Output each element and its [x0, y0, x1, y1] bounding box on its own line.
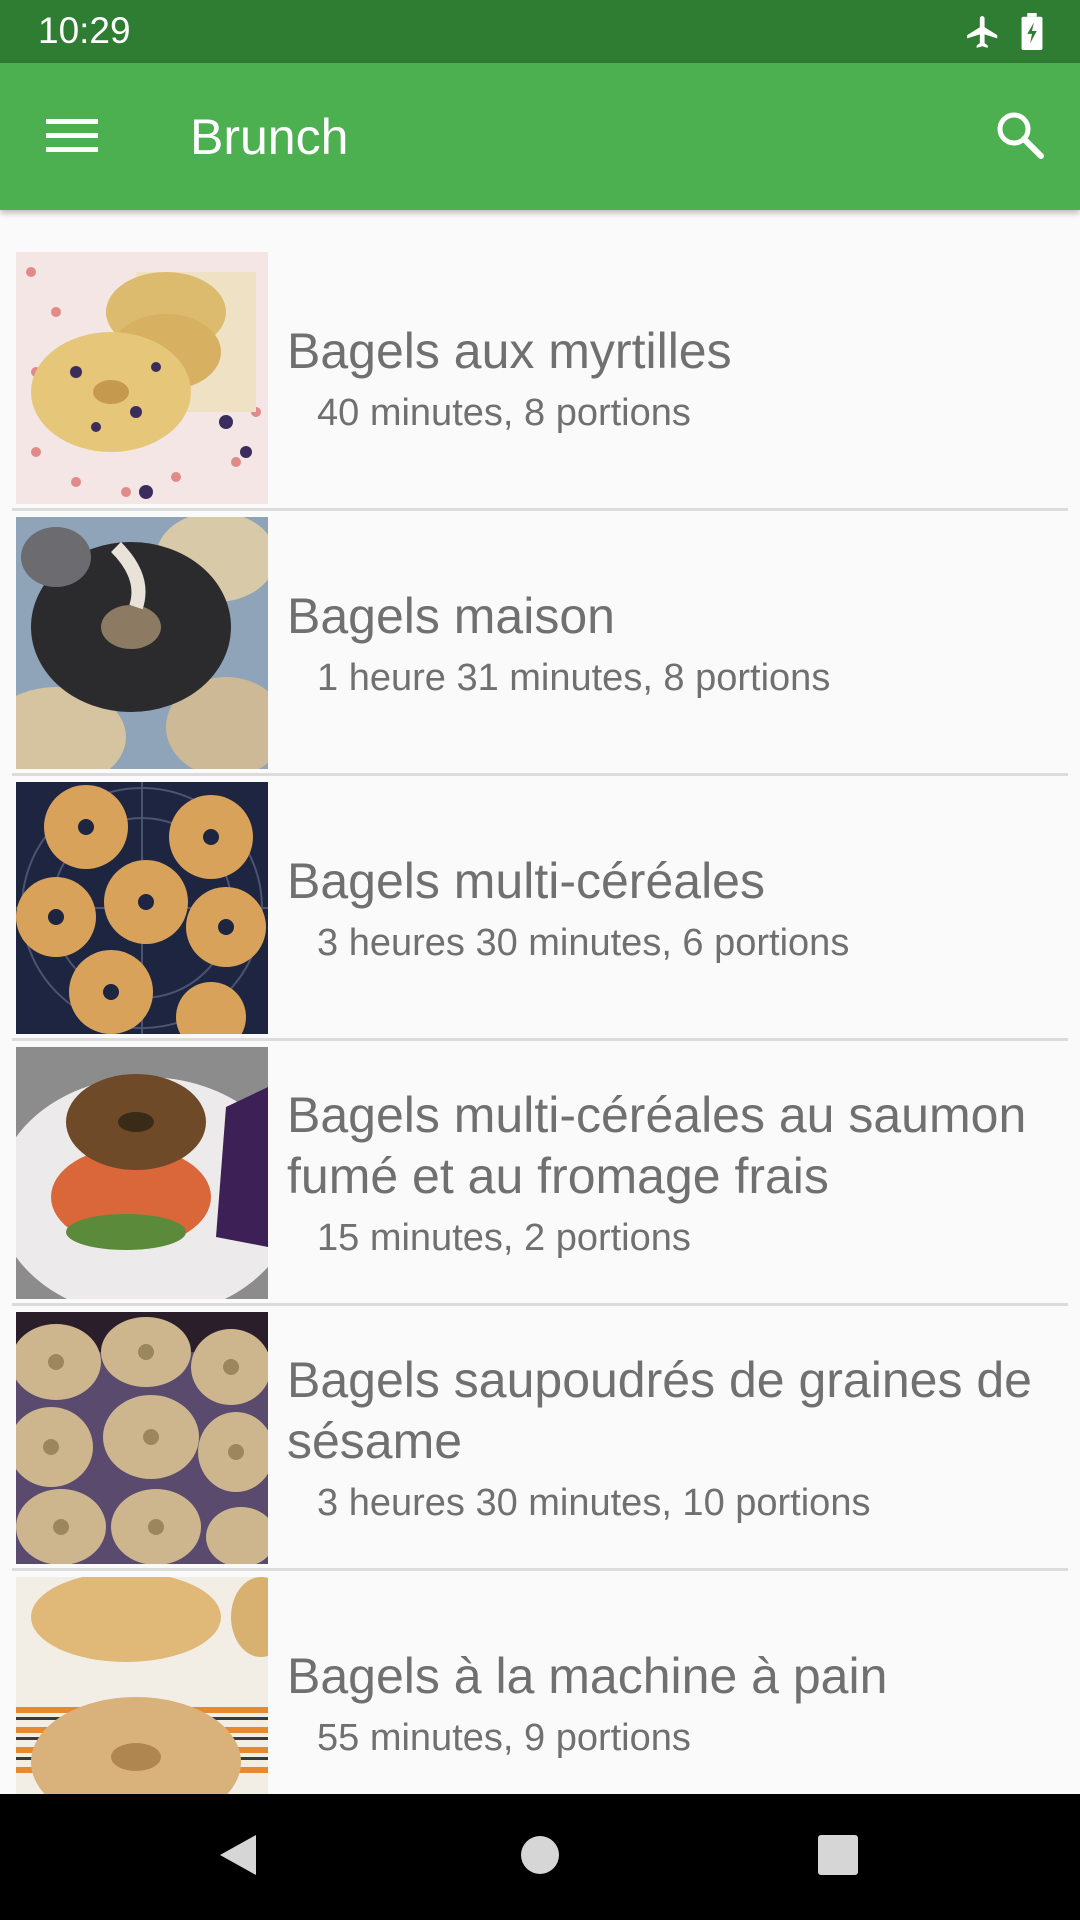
menu-button[interactable] — [36, 101, 108, 173]
list-item[interactable]: Bagels maison 1 heure 31 minutes, 8 port… — [0, 511, 1080, 776]
app-bar: Brunch — [0, 63, 1080, 210]
recipe-thumbnail — [16, 1047, 268, 1299]
recipe-details: 55 minutes, 9 portions — [317, 1716, 691, 1759]
battery-charging-icon — [1020, 13, 1044, 51]
recipe-thumbnail — [16, 1577, 268, 1829]
recipe-thumbnail — [16, 252, 268, 504]
navigation-bar — [0, 1794, 1080, 1920]
recipe-list: Bagels aux myrtilles 40 minutes, 8 porti… — [0, 246, 1080, 1836]
recipe-title: Bagels maison — [287, 587, 615, 644]
recipe-details: 3 heures 30 minutes, 6 portions — [317, 921, 850, 964]
page-title: Brunch — [190, 109, 349, 165]
search-button[interactable] — [984, 101, 1056, 173]
recipe-text: Bagels saupoudrés de graines de sésame 3… — [287, 1306, 1070, 1570]
recipe-title: Bagels à la machine à pain — [287, 1647, 888, 1704]
recipe-title: Bagels aux myrtilles — [287, 322, 732, 379]
list-item[interactable]: Bagels aux myrtilles 40 minutes, 8 porti… — [0, 246, 1080, 511]
list-item[interactable]: Bagels multi-céréales 3 heures 30 minute… — [0, 776, 1080, 1041]
recipe-details: 3 heures 30 minutes, 10 portions — [317, 1482, 871, 1524]
recipe-details: 15 minutes, 2 portions — [317, 1217, 691, 1259]
back-button[interactable] — [208, 1827, 268, 1887]
status-icons — [964, 10, 1044, 54]
recipe-details: 1 heure 31 minutes, 8 portions — [317, 656, 831, 699]
recipe-title: Bagels multi-céréales — [287, 852, 765, 909]
hamburger-menu-icon — [46, 115, 98, 160]
recipe-text: Bagels aux myrtilles 40 minutes, 8 porti… — [287, 246, 1070, 510]
recents-icon — [817, 1834, 859, 1881]
list-item[interactable]: Bagels saupoudrés de graines de sésame 3… — [0, 1306, 1080, 1571]
list-item[interactable]: Bagels multi-céréales au saumon fumé et … — [0, 1041, 1080, 1306]
status-time: 10:29 — [38, 10, 131, 51]
search-icon — [995, 110, 1045, 165]
recipe-text: Bagels multi-céréales 3 heures 30 minute… — [287, 776, 1070, 1040]
recipe-thumbnail — [16, 517, 268, 769]
airplane-icon — [964, 13, 1002, 51]
recipe-details: 40 minutes, 8 portions — [317, 391, 691, 434]
recents-button[interactable] — [808, 1827, 868, 1887]
recipe-thumbnail — [16, 1312, 268, 1564]
home-icon — [519, 1834, 561, 1881]
recipe-title: Bagels multi-céréales au saumon fumé et … — [287, 1087, 1027, 1204]
back-icon — [216, 1831, 260, 1884]
status-bar: 10:29 — [0, 0, 1080, 63]
home-button[interactable] — [510, 1827, 570, 1887]
recipe-text: Bagels multi-céréales au saumon fumé et … — [287, 1041, 1070, 1305]
recipe-text: Bagels maison 1 heure 31 minutes, 8 port… — [287, 511, 1070, 775]
recipe-title: Bagels saupoudrés de graines de sésame — [287, 1352, 1032, 1469]
recipe-thumbnail — [16, 782, 268, 1034]
